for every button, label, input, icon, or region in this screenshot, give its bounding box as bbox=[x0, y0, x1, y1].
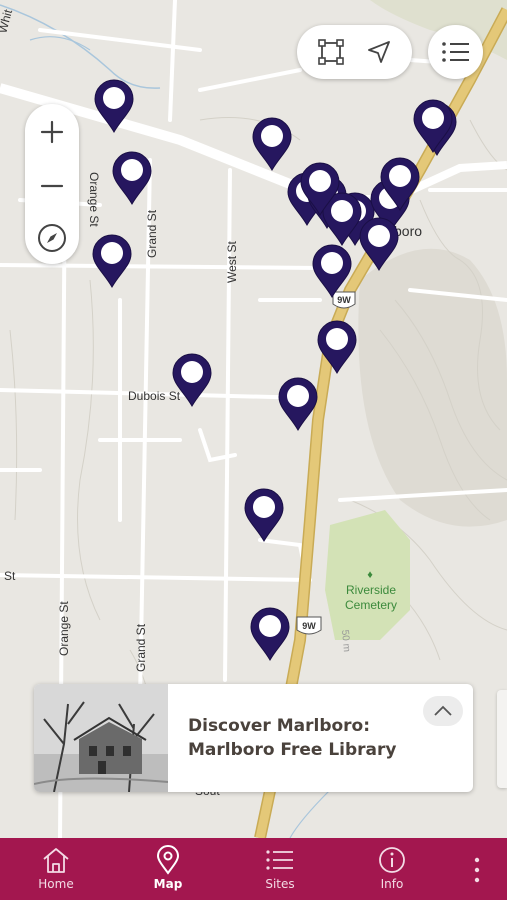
route-shield-9w-south: 9W bbox=[296, 616, 322, 635]
info-icon bbox=[379, 847, 405, 873]
cemetery-label-line2: Cemetery bbox=[345, 598, 397, 612]
contour-label: 50 m bbox=[339, 629, 352, 652]
locate-arrow-icon bbox=[368, 41, 390, 63]
compass-button[interactable] bbox=[25, 212, 79, 264]
tab-home-label: Home bbox=[38, 877, 74, 891]
minus-icon bbox=[40, 184, 64, 188]
street-label-orange-st-north: Orange St bbox=[87, 172, 101, 227]
site-preview-card[interactable]: Discover Marlboro: Marlboro Free Library bbox=[34, 684, 473, 792]
street-label-west-st: West St bbox=[225, 241, 239, 283]
route-shield-9w-north: 9W bbox=[332, 291, 356, 309]
map-tools-pill bbox=[297, 25, 412, 79]
zoom-out-button[interactable] bbox=[25, 160, 79, 212]
zoom-control-panel bbox=[25, 104, 79, 264]
more-vertical-icon bbox=[474, 857, 480, 883]
tab-map[interactable]: Map bbox=[123, 838, 213, 900]
tab-sites-label: Sites bbox=[265, 877, 295, 891]
compass-icon bbox=[38, 224, 66, 252]
select-area-icon bbox=[318, 39, 344, 65]
chevron-up-icon bbox=[434, 705, 452, 716]
tab-info-label: Info bbox=[380, 877, 404, 891]
tab-map-label: Map bbox=[153, 877, 183, 891]
cemetery-icon: ♦ bbox=[367, 569, 373, 581]
locate-button[interactable] bbox=[351, 25, 407, 79]
list-icon bbox=[266, 850, 293, 870]
street-label-st: St bbox=[4, 569, 16, 583]
street-label-grand-st-north: Grand St bbox=[145, 209, 159, 258]
map-pin-icon bbox=[156, 845, 180, 875]
svg-text:9W: 9W bbox=[337, 295, 351, 305]
list-view-button[interactable] bbox=[428, 25, 483, 79]
street-label-dubois-st: Dubois St bbox=[128, 389, 181, 403]
site-photo bbox=[34, 684, 168, 792]
more-options-button[interactable] bbox=[462, 850, 492, 890]
list-icon bbox=[441, 42, 469, 62]
street-label-grand-st-south: Grand St bbox=[134, 623, 148, 672]
plus-icon bbox=[40, 120, 64, 144]
site-card-title-line1: Discover Marlboro: bbox=[188, 716, 371, 736]
tab-sites[interactable]: Sites bbox=[235, 838, 325, 900]
site-card-title: Discover Marlboro: Marlboro Free Library bbox=[188, 714, 418, 762]
site-card-title-line2: Marlboro Free Library bbox=[188, 740, 397, 760]
tab-info[interactable]: Info bbox=[347, 838, 437, 900]
card-expand-button[interactable] bbox=[423, 696, 463, 726]
bottom-tab-bar: Home Map Sites Info bbox=[0, 838, 507, 900]
street-label-orange-st-south: Orange St bbox=[57, 601, 71, 656]
cemetery-label-line1: Riverside bbox=[346, 583, 396, 597]
zoom-in-button[interactable] bbox=[25, 106, 79, 158]
home-icon bbox=[43, 848, 69, 873]
svg-text:9W: 9W bbox=[302, 621, 316, 631]
next-card-peek[interactable] bbox=[497, 690, 507, 788]
tab-home[interactable]: Home bbox=[11, 838, 101, 900]
